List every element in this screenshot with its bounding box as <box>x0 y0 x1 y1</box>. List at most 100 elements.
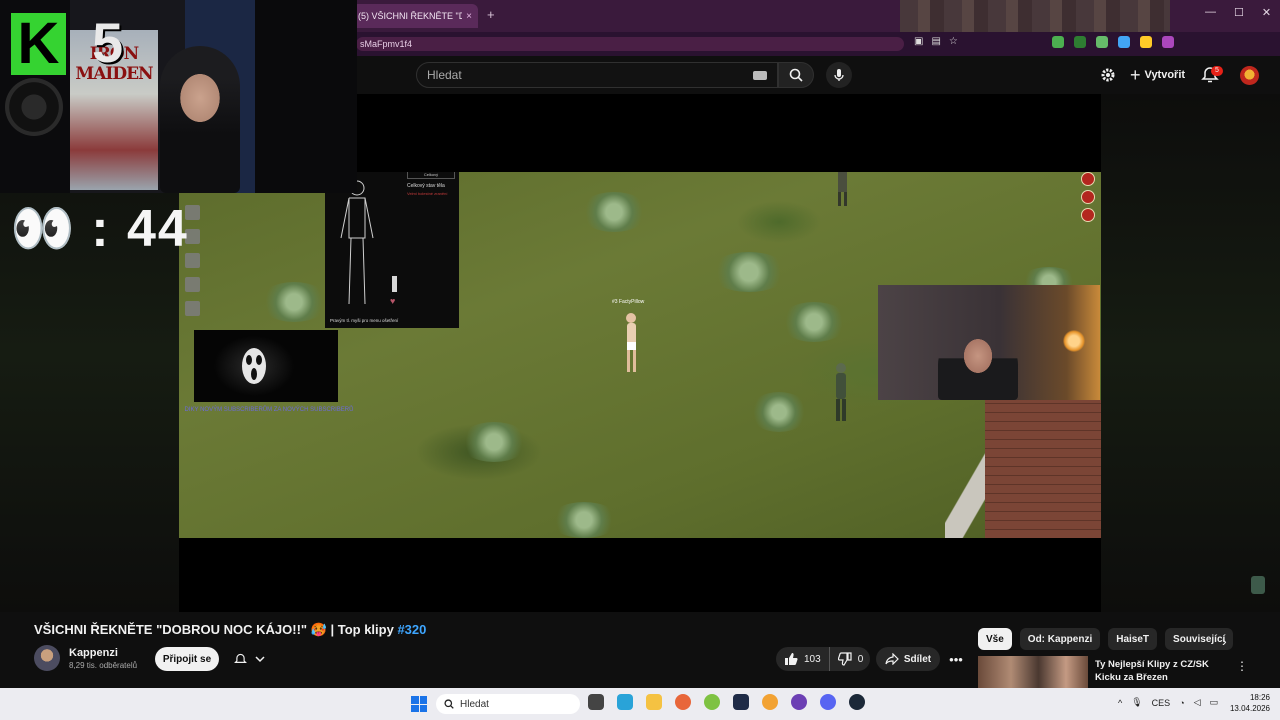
chevron-down-icon <box>254 656 265 663</box>
recommended-menu-icon[interactable]: ⋮ <box>1236 659 1248 673</box>
like-dislike-group: 103 0 <box>776 647 870 671</box>
close-window-button[interactable]: ✕ <box>1262 6 1271 19</box>
chip-from-channel[interactable]: Od: Kappenzi <box>1019 628 1101 650</box>
bush <box>549 502 619 538</box>
profile-icon[interactable] <box>1162 36 1174 48</box>
extension-icon[interactable] <box>1074 36 1086 48</box>
voice-search-button[interactable] <box>826 62 852 88</box>
health-bar <box>392 276 397 292</box>
join-button[interactable]: Připojit se <box>155 647 219 671</box>
share-button[interactable]: Sdílet <box>876 647 940 671</box>
maximize-button[interactable]: ☐ <box>1234 6 1244 19</box>
bookmark-star-icon[interactable]: ☆ <box>949 36 958 47</box>
car-icon[interactable] <box>185 301 200 316</box>
kick-logo: K <box>11 13 66 75</box>
gear-icon[interactable] <box>1100 67 1116 83</box>
new-tab-button[interactable]: + <box>487 7 495 22</box>
channel-name[interactable]: Kappenzi <box>69 647 118 659</box>
dislike-button[interactable]: 0 <box>830 647 872 671</box>
share-icon <box>885 653 899 665</box>
steam-icon[interactable] <box>849 694 865 710</box>
picture-in-picture-icon[interactable]: ▣ <box>914 36 923 47</box>
ghost-face-overlay <box>194 330 338 402</box>
health-tab[interactable]: Celkový <box>407 172 455 179</box>
window-controls: — ☐ ✕ <box>1205 6 1271 19</box>
download-icon[interactable] <box>1052 36 1064 48</box>
file-explorer-icon[interactable] <box>646 694 662 710</box>
task-view-icon[interactable] <box>588 694 604 710</box>
streamer-right <box>938 330 1018 400</box>
windows-icon[interactable] <box>411 696 427 712</box>
language-indicator[interactable]: CES <box>1152 698 1171 708</box>
keyboard-icon[interactable] <box>753 70 767 80</box>
app-icon[interactable] <box>704 694 720 710</box>
chip-all[interactable]: Vše <box>978 628 1012 650</box>
reader-mode-icon[interactable]: ▤ <box>931 36 940 47</box>
health-label: Celkový stav těla <box>407 183 445 189</box>
bush <box>709 252 789 292</box>
bell-icon <box>233 653 247 663</box>
battery-icon[interactable]: ▭ <box>1210 697 1219 708</box>
health-hint: Pravým tl. myši pro menu ošetření <box>330 318 399 323</box>
bush <box>579 192 649 232</box>
widgets-icon[interactable] <box>617 694 633 710</box>
tab-title: (5) VŠICHNI ŘEKNĚTE "DO <box>358 11 463 21</box>
channel-avatar[interactable] <box>34 645 60 671</box>
recommended-title[interactable]: Ty Nejlepší Klipy z CZ/SK Kicku za Březe… <box>1095 658 1230 684</box>
wifi-icon[interactable]: ◔ <box>1179 698 1184 708</box>
bush <box>749 392 809 432</box>
extension-icon[interactable] <box>1140 36 1152 48</box>
volume-icon[interactable]: ◁ <box>1194 697 1201 708</box>
status-icon <box>1081 172 1095 186</box>
taskbar-search-placeholder: Hledat <box>460 698 489 710</box>
discord-icon[interactable] <box>820 694 836 710</box>
microphone <box>5 78 63 136</box>
injury-label: Velmi bolestné zranění <box>407 191 448 196</box>
ambient-glow-right <box>1101 94 1280 612</box>
extension-icon[interactable] <box>1118 36 1130 48</box>
create-button[interactable]: + Vytvořit <box>1130 64 1185 86</box>
extension-icons <box>1052 36 1174 48</box>
zombie-character <box>836 363 846 421</box>
like-icon <box>785 653 798 665</box>
system-tray: ^ 🎙 CES ◔ ◁ ▭ <box>1118 697 1218 708</box>
app-icon[interactable] <box>762 694 778 710</box>
player-character <box>626 313 636 372</box>
bush <box>459 422 529 462</box>
clock-time: 18:26 <box>1249 693 1270 702</box>
url-field[interactable]: sMaFpmv1f4 <box>356 37 904 51</box>
browser-tab-active[interactable]: (5) VŠICHNI ŘEKNĚTE "DO × <box>352 4 478 28</box>
tray-expand-icon[interactable]: ^ <box>1118 698 1122 708</box>
taskbar-apps <box>588 694 865 710</box>
game-status-icons <box>1081 172 1095 222</box>
app-icon[interactable] <box>733 694 749 710</box>
account-avatar[interactable] <box>1240 66 1259 85</box>
firefox-icon[interactable] <box>675 694 691 710</box>
player-overlay-icon[interactable] <box>1251 576 1265 594</box>
hashtag-link[interactable]: #320 <box>397 622 426 637</box>
taskbar-clock[interactable]: 18:26 13.04.2026 <box>1222 692 1270 714</box>
notification-settings-button[interactable] <box>226 647 272 671</box>
minimize-button[interactable]: — <box>1205 6 1216 19</box>
home-icon[interactable] <box>1096 36 1108 48</box>
mic-icon <box>834 69 844 81</box>
heart-icon: ♥ <box>390 296 396 306</box>
mic-icon[interactable]: 🎙 <box>1131 697 1142 708</box>
more-actions-button[interactable]: ••• <box>945 647 967 671</box>
eyes-emoji: 👀 <box>10 200 75 258</box>
like-button[interactable]: 103 <box>776 647 830 671</box>
chevron-right-icon[interactable]: › <box>1222 633 1227 649</box>
chip-haiset[interactable]: HaiseT <box>1108 628 1158 650</box>
dislike-icon <box>837 652 852 666</box>
search-placeholder: Hledat <box>427 68 462 82</box>
taskbar-search[interactable]: Hledat <box>436 694 580 714</box>
player-nameplate: #3 FactyPillow <box>612 299 645 305</box>
search-input[interactable]: Hledat <box>416 62 778 88</box>
tab-close-icon[interactable]: × <box>466 11 472 22</box>
video-title: VŠICHNI ŘEKNĚTE "DOBROU NOC KÁJO!!" 🥵 | … <box>34 622 426 638</box>
dislike-count: 0 <box>857 653 864 665</box>
magnifier-icon[interactable] <box>185 277 200 292</box>
app-icon[interactable] <box>791 694 807 710</box>
recommended-thumbnail[interactable] <box>978 656 1088 688</box>
search-button[interactable] <box>778 62 814 88</box>
